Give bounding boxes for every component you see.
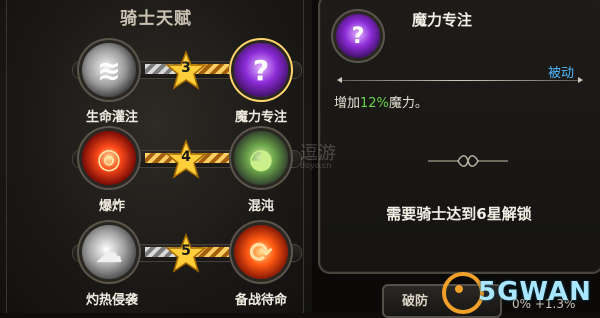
talent-label: 灼热侵袭 <box>85 293 138 308</box>
level-star-icon: 5 <box>164 232 208 273</box>
button-label: 破防 <box>402 294 429 309</box>
level-number: 5 <box>181 243 191 259</box>
level-number: 4 <box>181 149 191 165</box>
talent-label: 混沌 <box>247 199 274 214</box>
talent-chaos-icon[interactable]: ◕ <box>234 131 288 185</box>
divider-line <box>337 77 583 83</box>
level-number: 3 <box>181 60 191 76</box>
talent-explosion-icon[interactable]: ◎ <box>82 131 136 185</box>
watermark-doyo-sub: doyo.cn <box>300 161 332 170</box>
detail-talent-name: 魔力专注 <box>412 11 473 29</box>
description-prefix: 增加 <box>334 96 361 111</box>
target-reticle-icon: ◎ <box>96 141 122 175</box>
talent-standby-icon[interactable]: ⟳ <box>234 225 288 279</box>
detail-talent-type: 被动 <box>548 66 575 81</box>
panel-title: 骑士天赋 <box>120 9 192 29</box>
detail-talent-icon: ? <box>336 14 380 58</box>
talent-label: 备战待命 <box>234 293 287 308</box>
talent-scorching-raid-icon[interactable]: ☁ <box>82 225 136 279</box>
description-suffix: 魔力。 <box>388 96 428 111</box>
talent-mana-focus-icon[interactable]: ? <box>234 43 288 97</box>
talent-label: 魔力专注 <box>234 110 287 125</box>
smoke-cloud-icon: ☁ <box>95 235 123 269</box>
swirl-vortex-icon: ≋ <box>97 53 121 87</box>
description-value: 12% <box>360 96 389 111</box>
chomping-creature-icon: ◕ <box>248 141 274 175</box>
flame-swirl-icon: ⟳ <box>249 235 273 269</box>
talent-label: 生命灌注 <box>85 110 138 125</box>
level-star-icon: 3 <box>164 49 208 90</box>
question-mark-icon: ? <box>351 23 365 49</box>
watermark-5gwan: 5GWAN <box>478 277 592 307</box>
unlock-requirement: 需要骑士达到6星解锁 <box>386 205 532 223</box>
ornament-divider-icon <box>428 155 508 167</box>
question-mark-icon: ? <box>252 53 270 87</box>
detail-description: 增加12%魔力。 <box>334 92 428 111</box>
talent-life-infusion-icon[interactable]: ≋ <box>82 43 136 97</box>
talent-label: 爆炸 <box>98 199 125 214</box>
level-star-icon: 4 <box>164 138 208 179</box>
